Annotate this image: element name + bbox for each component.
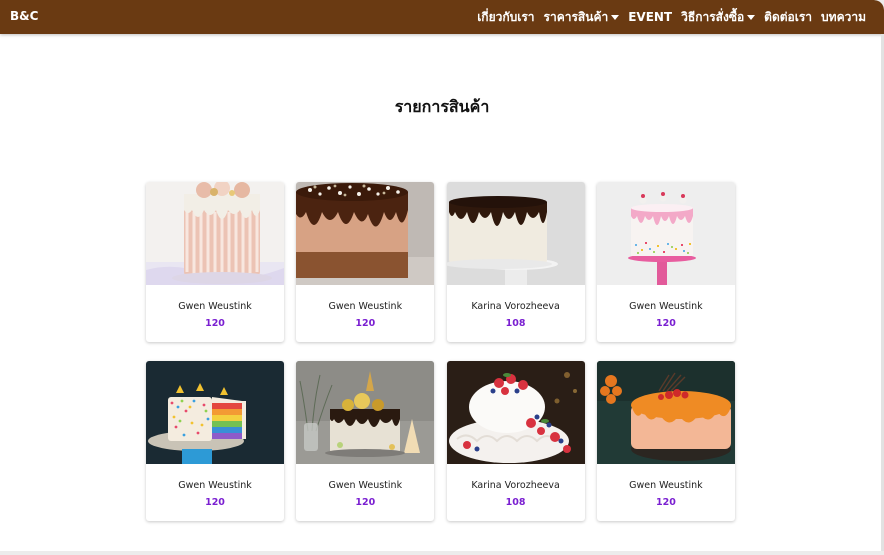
product-price: 108: [505, 497, 526, 508]
product-card[interactable]: Gwen Weustink 120: [146, 361, 284, 521]
product-price: 108: [505, 318, 526, 329]
white-chocolate-drip-cake-image: [446, 182, 585, 285]
product-grid: Gwen Weustink 120 Gwen Weustink 120 Kari…: [146, 182, 735, 521]
berry-cream-cake-image: [446, 361, 585, 464]
product-name: Gwen Weustink: [328, 480, 403, 491]
nav-item-contact[interactable]: ติดต่อเรา: [764, 8, 812, 27]
product-price: 120: [655, 497, 676, 508]
golden-drip-cake-image: [296, 361, 435, 464]
nav-links: เกี่ยวกับเรา ราคารสินค้า EVENT วิธีการสั…: [477, 0, 866, 34]
product-card[interactable]: Karina Vorozheeva 108: [446, 182, 585, 342]
product-name: Gwen Weustink: [178, 480, 252, 491]
nav-item-label: EVENT: [628, 10, 673, 24]
nav-item-articles[interactable]: บทความ: [821, 8, 866, 27]
product-card[interactable]: Gwen Weustink 120: [596, 361, 735, 521]
nav-item-label: ราคารสินค้า: [543, 9, 609, 24]
page: B&C เกี่ยวกับเรา ราคารสินค้า EVENT วิธีก…: [0, 0, 884, 551]
product-card[interactable]: Gwen Weustink 120: [296, 182, 435, 342]
nav-item-label: ติดต่อเรา: [764, 9, 813, 24]
product-price: 120: [655, 318, 676, 329]
nav-item-how-to-order[interactable]: วิธีการสั่งซื้อ: [681, 8, 756, 27]
chocolate-drip-cake-image: [296, 182, 435, 285]
nav-item-label: บทความ: [821, 9, 866, 24]
pink-sprinkle-cake-image: [596, 182, 735, 285]
nav-item-label: เกี่ยวกับเรา: [477, 9, 535, 24]
product-card[interactable]: Gwen Weustink 120: [146, 182, 284, 342]
product-name: Karina Vorozheeva: [471, 480, 560, 491]
nav-item-event[interactable]: EVENT: [628, 10, 672, 24]
product-card[interactable]: Karina Vorozheeva 108: [446, 361, 585, 521]
navbar: B&C เกี่ยวกับเรา ราคารสินค้า EVENT วิธีก…: [0, 0, 884, 34]
product-price: 120: [205, 497, 225, 508]
page-title: รายการสินค้า: [394, 97, 490, 116]
product-name: Gwen Weustink: [178, 301, 252, 312]
product-price: 120: [355, 318, 376, 329]
nav-item-prices[interactable]: ราคารสินค้า: [544, 8, 620, 27]
product-card[interactable]: Gwen Weustink 120: [296, 361, 435, 521]
nav-item-label: วิธีการสั่งซื้อ: [681, 9, 745, 24]
caret-down-icon: [747, 14, 756, 20]
product-name: Karina Vorozheeva: [471, 301, 560, 312]
rainbow-sprinkle-cake-image: [146, 361, 284, 464]
product-card[interactable]: Gwen Weustink 120: [596, 182, 735, 342]
product-name: Gwen Weustink: [328, 301, 403, 312]
product-name: Gwen Weustink: [629, 301, 703, 312]
caret-down-icon: [611, 14, 620, 20]
product-name: Gwen Weustink: [629, 480, 703, 491]
product-price: 120: [355, 497, 376, 508]
brand-logo[interactable]: B&C: [10, 9, 38, 23]
product-price: 120: [205, 318, 225, 329]
orange-glaze-cake-image: [596, 361, 735, 464]
nav-item-about[interactable]: เกี่ยวกับเรา: [477, 8, 534, 27]
cake-drip-macaron-image: [146, 182, 284, 285]
